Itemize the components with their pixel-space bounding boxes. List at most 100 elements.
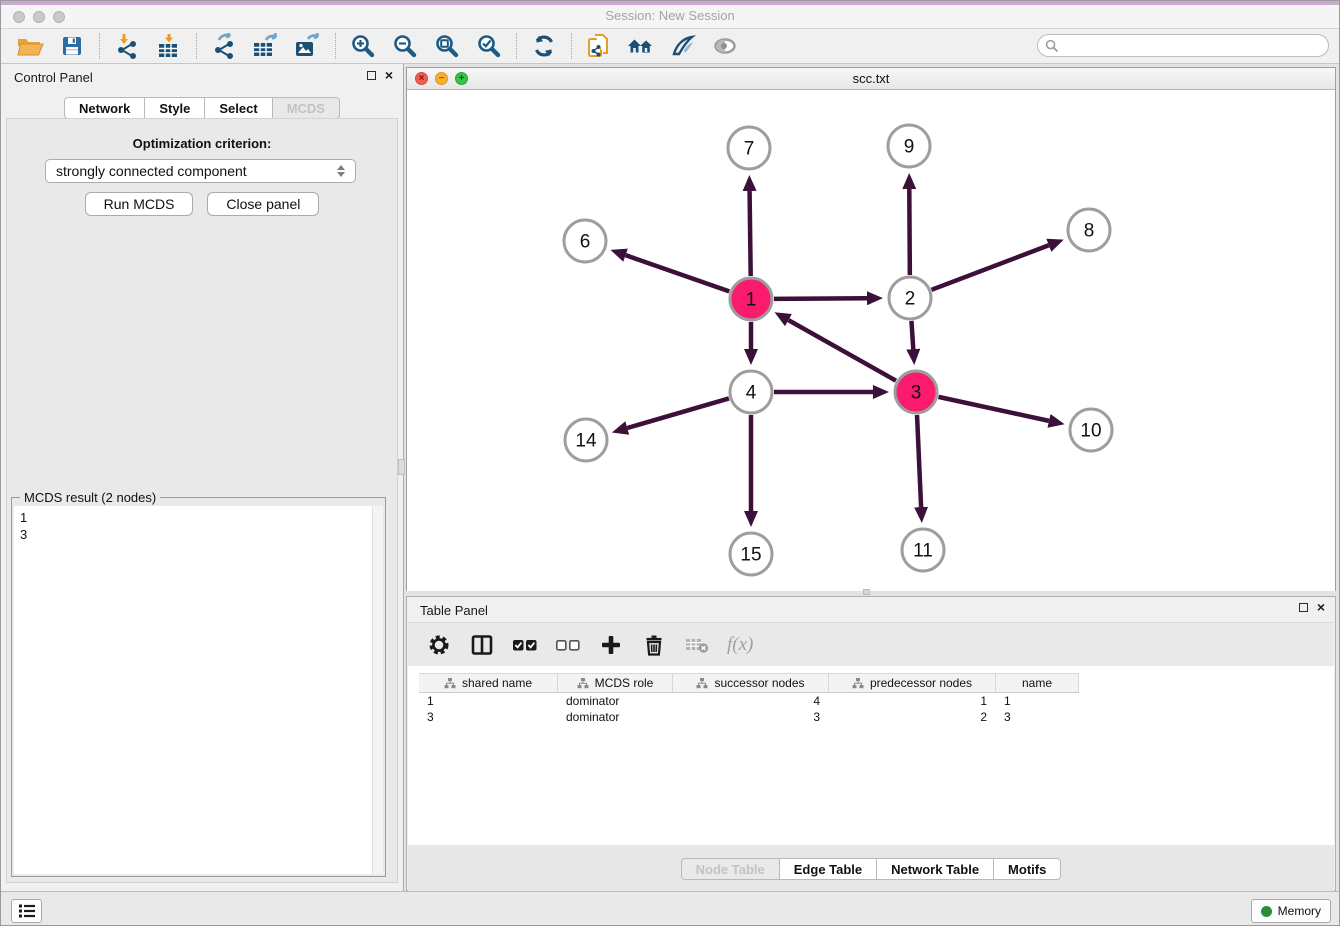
window-title: Session: New Session (1, 8, 1339, 23)
delete-table-icon[interactable] (684, 632, 710, 658)
hierarchy-icon (852, 678, 864, 689)
panel-splitter-handle[interactable] (398, 459, 405, 475)
graph-edge-3-1[interactable] (788, 320, 896, 381)
export-network-icon[interactable] (203, 31, 245, 61)
graph-node-label-6: 6 (580, 232, 591, 253)
hide-panel-eye-icon[interactable] (704, 31, 746, 61)
window-titlebar: Session: New Session (1, 1, 1339, 29)
list-icon (18, 903, 36, 919)
memory-button[interactable]: Memory (1251, 899, 1331, 923)
column-header-mcds-role[interactable]: MCDS role (558, 674, 673, 692)
float-table-panel-icon[interactable] (1299, 603, 1308, 612)
table-panel: Table Panel × (406, 596, 1336, 891)
table-toolbar: f(x) (408, 622, 1334, 666)
search-icon (1045, 39, 1059, 53)
column-header-predecessor-nodes[interactable]: predecessor nodes (829, 674, 996, 692)
import-network-icon[interactable] (106, 31, 148, 61)
search-field[interactable] (1037, 34, 1329, 57)
node-table: shared name MCDS role successor nodes pr… (408, 666, 1334, 845)
graph-node-label-10: 10 (1080, 421, 1101, 442)
zoom-fit-icon[interactable] (426, 31, 468, 61)
refresh-icon[interactable] (523, 31, 565, 61)
graph-edge-3-11[interactable] (917, 415, 921, 507)
add-icon[interactable] (598, 632, 624, 658)
control-panel-header: Control Panel × (1, 64, 403, 90)
import-table-icon[interactable] (148, 31, 190, 61)
tab-motifs[interactable]: Motifs (994, 858, 1061, 880)
zoom-out-icon[interactable] (384, 31, 426, 61)
tab-node-table[interactable]: Node Table (681, 858, 780, 880)
tab-select[interactable]: Select (205, 97, 272, 119)
gear-icon[interactable] (426, 632, 452, 658)
zoom-selected-icon[interactable] (468, 31, 510, 61)
run-mcds-button[interactable]: Run MCDS (85, 192, 194, 216)
network-window-title: scc.txt (407, 71, 1335, 86)
table-header-row: shared name MCDS role successor nodes pr… (419, 673, 1079, 693)
network-graph[interactable]: 7968124314101511 (407, 90, 1335, 591)
table-row[interactable]: 1 dominator 4 1 1 (419, 693, 1334, 709)
table-tabs-strip: Node Table Edge Table Network Table Moti… (408, 845, 1334, 891)
tab-network-table[interactable]: Network Table (877, 858, 994, 880)
column-header-name[interactable]: name (996, 674, 1079, 692)
mcds-result-group: MCDS result (2 nodes) 1 3 (11, 497, 386, 877)
mcds-result-text[interactable]: 1 3 (14, 506, 372, 874)
zoom-in-icon[interactable] (342, 31, 384, 61)
control-panel-tabs: Network Style Select MCDS (1, 97, 403, 119)
tab-mcds[interactable]: MCDS (273, 97, 340, 119)
clone-network-icon[interactable] (578, 31, 620, 61)
graph-edge-1-2[interactable] (774, 298, 867, 299)
open-file-icon[interactable] (9, 31, 51, 61)
table-tabs: Node Table Edge Table Network Table Moti… (408, 858, 1334, 880)
column-header-shared-name[interactable]: shared name (419, 674, 558, 692)
toolbar-separator (99, 33, 100, 59)
deselect-checkboxes-icon[interactable] (555, 632, 581, 658)
trash-icon[interactable] (641, 632, 667, 658)
task-history-button[interactable] (11, 899, 42, 923)
graph-node-label-3: 3 (911, 383, 922, 404)
graph-edge-1-7[interactable] (750, 191, 751, 276)
graph-edge-2-3[interactable] (911, 321, 913, 349)
search-input[interactable] (1063, 37, 1328, 55)
network-resize-grip[interactable] (863, 589, 870, 595)
close-panel-icon[interactable]: × (385, 70, 393, 81)
graph-edge-1-6[interactable] (626, 255, 730, 291)
tab-edge-table[interactable]: Edge Table (780, 858, 877, 880)
export-table-icon[interactable] (245, 31, 287, 61)
tab-style[interactable]: Style (145, 97, 205, 119)
table-panel-title: Table Panel (420, 603, 488, 618)
control-panel: Control Panel × Network Style Select MCD… (1, 64, 404, 891)
graph-node-label-7: 7 (744, 139, 755, 160)
hierarchy-icon (577, 678, 589, 689)
graph-edge-2-8[interactable] (932, 245, 1049, 290)
control-panel-title: Control Panel (14, 70, 93, 85)
memory-label: Memory (1278, 904, 1321, 918)
graph-edge-3-10[interactable] (938, 397, 1049, 421)
optimization-criterion-select[interactable]: strongly connected component (45, 159, 356, 183)
graph-node-label-9: 9 (904, 137, 915, 158)
result-scrollbar[interactable] (372, 506, 383, 874)
graph-node-label-1: 1 (746, 290, 757, 311)
select-all-checkboxes-icon[interactable] (512, 632, 538, 658)
hierarchy-icon (696, 678, 708, 689)
graph-node-label-2: 2 (905, 289, 916, 310)
table-row[interactable]: 3 dominator 3 2 3 (419, 709, 1334, 725)
memory-status-icon (1261, 906, 1272, 917)
graph-edge-2-9[interactable] (909, 189, 910, 275)
column-header-successor-nodes[interactable]: successor nodes (673, 674, 829, 692)
split-columns-icon[interactable] (469, 632, 495, 658)
graph-node-label-14: 14 (575, 431, 597, 452)
save-session-icon[interactable] (51, 31, 93, 61)
hierarchy-icon (444, 678, 456, 689)
network-window-titlebar[interactable]: × − + scc.txt (407, 68, 1335, 90)
close-table-panel-icon[interactable]: × (1317, 602, 1325, 613)
export-image-icon[interactable] (287, 31, 329, 61)
style-brush-icon[interactable] (662, 31, 704, 61)
close-panel-button[interactable]: Close panel (207, 192, 319, 216)
float-panel-icon[interactable] (367, 71, 376, 80)
application-window: Session: New Session (0, 0, 1340, 926)
tab-network[interactable]: Network (64, 97, 145, 119)
graph-edge-4-14[interactable] (627, 398, 729, 428)
toolbar-separator (196, 33, 197, 59)
function-builder-icon[interactable]: f(x) (727, 634, 753, 656)
home-layout-icon[interactable] (620, 31, 662, 61)
